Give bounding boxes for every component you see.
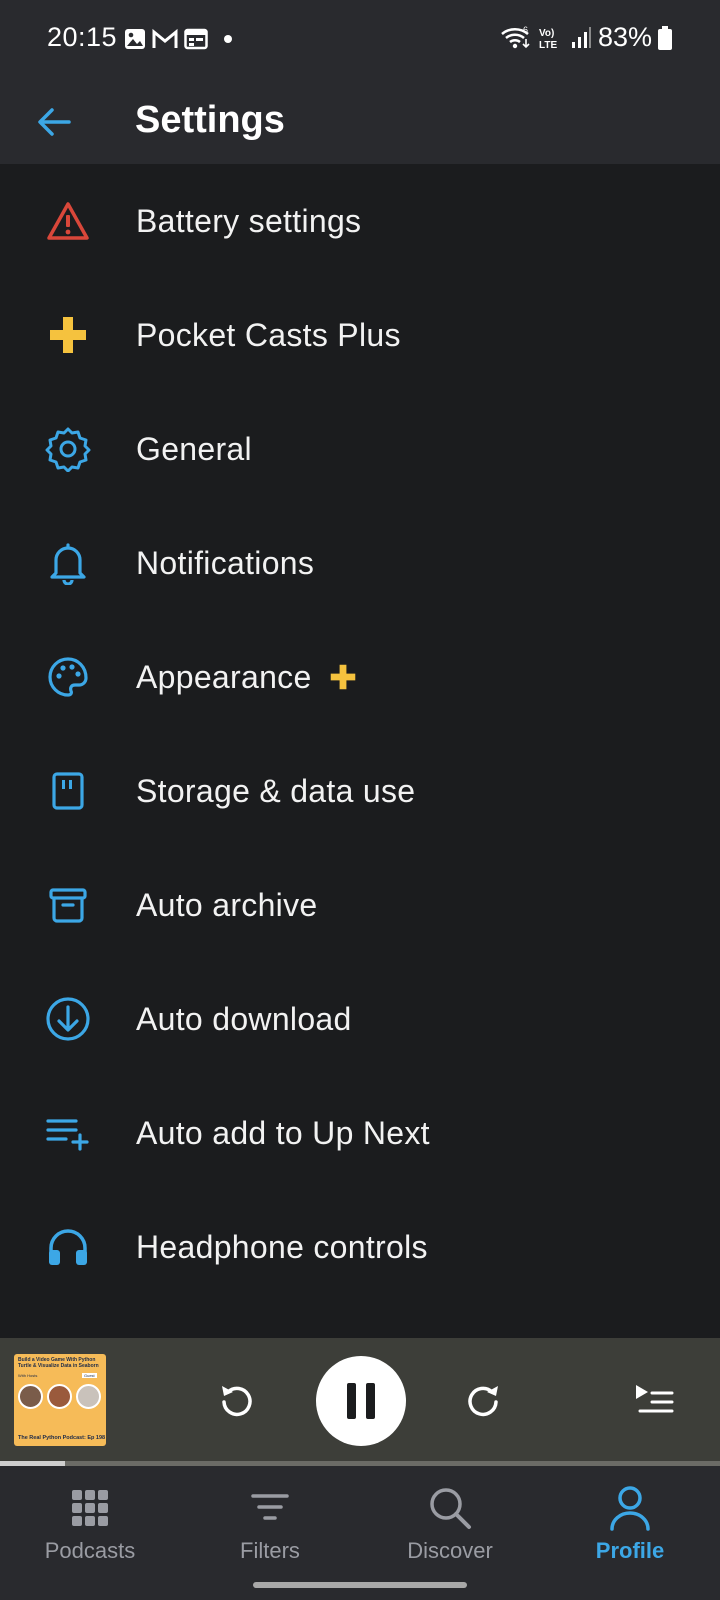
nav-podcasts[interactable]: Podcasts — [0, 1466, 180, 1576]
guest-avatar — [76, 1384, 101, 1409]
settings-item-auto-download[interactable]: Auto download — [0, 962, 720, 1076]
svg-text:6: 6 — [523, 25, 528, 35]
signal-icon — [571, 26, 591, 48]
gallery-icon — [125, 29, 145, 49]
settings-item-label: Auto download — [136, 1000, 352, 1037]
status-right: 6 Vo) LTE 83% — [500, 22, 672, 53]
artwork-guest: Guest — [82, 1373, 97, 1378]
settings-item-auto-archive[interactable]: Auto archive — [0, 848, 720, 962]
plus-icon — [44, 311, 92, 359]
profile-icon — [608, 1484, 652, 1532]
nav-label: Discover — [407, 1538, 493, 1563]
notification-icons — [124, 28, 236, 50]
settings-item-label: Pocket Casts Plus — [136, 316, 401, 353]
bottom-nav: Podcasts Filters Discover Profile — [0, 1466, 720, 1600]
settings-item-label: Auto archive — [136, 886, 318, 923]
volte-icon: Vo)LTE — [539, 28, 557, 51]
settings-item-label: General — [136, 430, 252, 467]
skip-forward-icon — [468, 1386, 498, 1417]
wifi-icon: 6 — [501, 25, 530, 48]
mini-player[interactable]: Build a Video Game With Python Turtle & … — [0, 1338, 720, 1461]
nav-label: Podcasts — [44, 1538, 136, 1563]
settings-item-label: Storage & data use — [136, 772, 416, 809]
palette-icon — [44, 653, 92, 701]
settings-item-label: Notifications — [136, 544, 315, 581]
battery-icon — [658, 25, 672, 50]
settings-item-label: Appearance — [136, 659, 358, 696]
skip-forward-button[interactable] — [458, 1374, 510, 1426]
battery-percent: 83% — [597, 22, 652, 52]
archive-icon — [44, 881, 92, 929]
plus-icon — [328, 662, 358, 692]
artwork-title: Build a Video Game With Python Turtle & … — [18, 1357, 99, 1369]
gmail-icon — [152, 28, 178, 48]
nav-label: Filters — [240, 1538, 300, 1563]
home-indicator[interactable] — [253, 1582, 467, 1588]
settings-item-notifications[interactable]: Notifications — [0, 506, 720, 620]
settings-item-appearance[interactable]: Appearance — [0, 620, 720, 734]
network-type: LTE — [539, 40, 557, 51]
download-icon — [44, 995, 92, 1043]
status-bar: 20:15 6 Vo) LTE 83% — [0, 0, 720, 80]
nav-filters[interactable]: Filters — [180, 1466, 360, 1576]
bell-icon — [44, 539, 92, 587]
episode-artwork[interactable]: Build a Video Game With Python Turtle & … — [14, 1354, 106, 1446]
dot-icon — [224, 35, 232, 43]
host-avatar — [18, 1384, 43, 1409]
settings-item-label: Battery settings — [136, 202, 362, 239]
nav-discover[interactable]: Discover — [360, 1466, 540, 1576]
host-avatar — [47, 1384, 72, 1409]
grid-icon — [70, 1484, 110, 1532]
settings-item-pocket-casts-plus[interactable]: Pocket Casts Plus — [0, 278, 720, 392]
pause-button[interactable] — [316, 1356, 406, 1446]
settings-item-label: Headphone controls — [136, 1228, 428, 1265]
skip-back-button[interactable] — [210, 1374, 262, 1426]
arrow-left-icon — [38, 108, 71, 136]
appearance-label: Appearance — [136, 658, 312, 695]
svg-text:Vo): Vo) — [539, 28, 554, 39]
settings-item-label: Auto add to Up Next — [136, 1114, 430, 1151]
skip-back-icon — [222, 1386, 252, 1417]
status-time: 20:15 — [47, 22, 118, 52]
search-icon — [428, 1484, 472, 1532]
warning-icon — [44, 197, 92, 245]
settings-list: Battery settings Pocket Casts Plus Gener… — [0, 164, 720, 1304]
settings-item-auto-add-up-next[interactable]: Auto add to Up Next — [0, 1076, 720, 1190]
up-next-button[interactable] — [630, 1376, 678, 1424]
nav-label: Profile — [595, 1538, 665, 1563]
back-button[interactable] — [30, 94, 78, 150]
up-next-icon — [636, 1385, 674, 1413]
settings-item-storage[interactable]: Storage & data use — [0, 734, 720, 848]
settings-item-general[interactable]: General — [0, 392, 720, 506]
gear-icon — [44, 425, 92, 473]
sd-card-icon — [44, 767, 92, 815]
calendar-icon — [184, 28, 208, 50]
pause-icon — [347, 1383, 375, 1419]
filter-icon — [250, 1484, 290, 1532]
headphones-icon — [44, 1223, 92, 1271]
settings-item-battery[interactable]: Battery settings — [0, 164, 720, 278]
app-bar: Settings — [0, 80, 720, 164]
playlist-add-icon — [44, 1109, 92, 1157]
nav-profile[interactable]: Profile — [540, 1466, 720, 1576]
page-title: Settings — [135, 99, 285, 141]
settings-item-headphone-controls[interactable]: Headphone controls — [0, 1190, 720, 1304]
artwork-hosts: With Hosts — [18, 1373, 38, 1378]
artwork-footer: The Real Python Podcast: Ep 198 — [18, 1435, 106, 1441]
